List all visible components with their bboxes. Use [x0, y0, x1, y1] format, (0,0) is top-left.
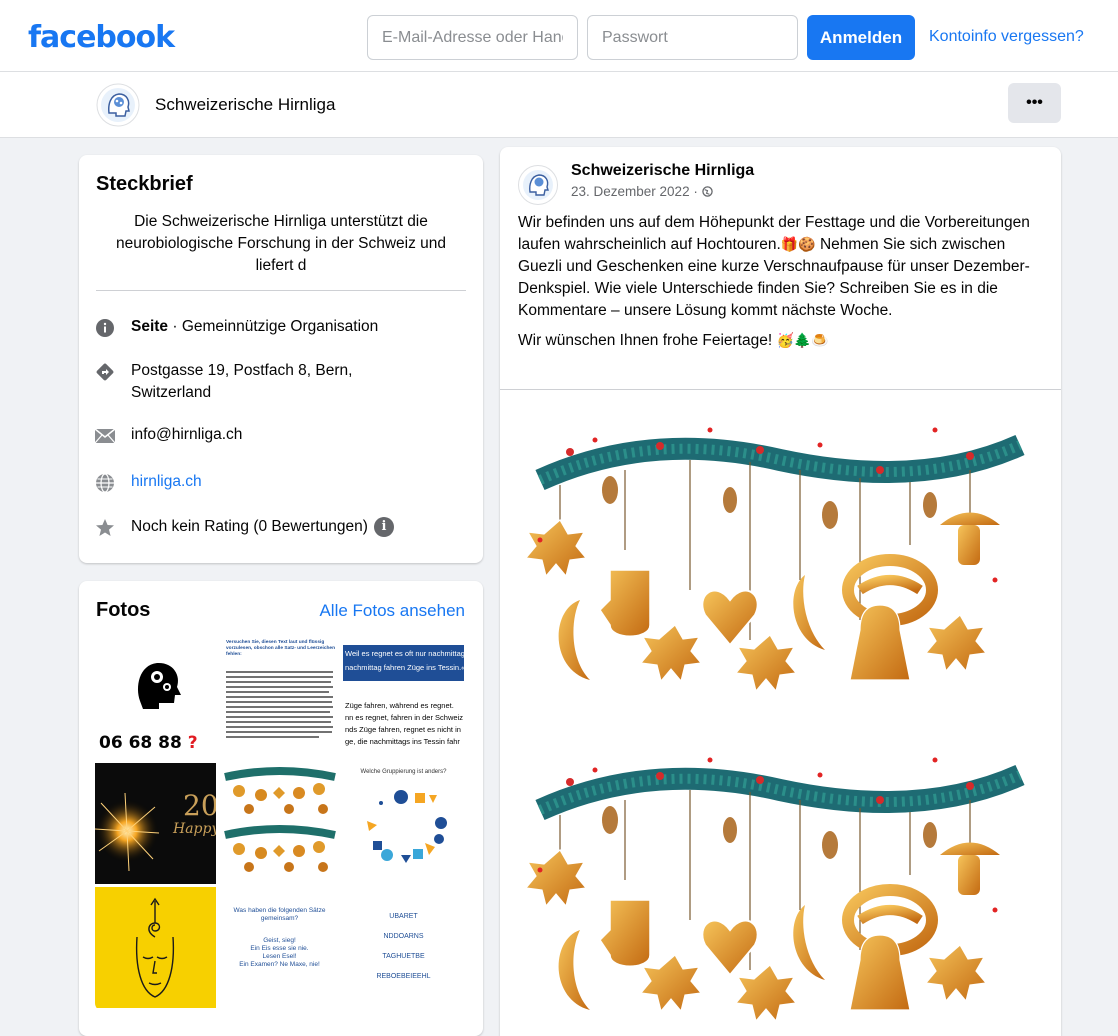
rain-line-5: nds Züge fahren, regnet es nicht in: [345, 725, 461, 734]
see-all-photos-link[interactable]: Alle Fotos ansehen: [319, 601, 465, 621]
password-input[interactable]: [587, 15, 798, 60]
post-date-text: 23. Dezember 2022 ·: [571, 184, 702, 199]
rain-line-1: Weil es regnet es oft nur nachmittags: [345, 649, 464, 658]
about-description: Die Schweizerische Hirnliga unterstützt …: [115, 213, 446, 274]
login-button[interactable]: Anmelden: [807, 15, 915, 60]
post-author-avatar[interactable]: [518, 165, 558, 205]
rating-row: Noch kein Rating (0 Bewertungen) i: [93, 516, 394, 540]
photo-tile-meditation[interactable]: [95, 887, 216, 1008]
sentences-title: Was haben die folgenden Sätze gemeinsam?: [233, 907, 326, 922]
rating-info-icon[interactable]: i: [373, 516, 394, 537]
post-image[interactable]: [500, 390, 1061, 1036]
post-paragraph-2: Wir wünschen Ihnen frohe Feiertage! 🥳🌲🍮: [518, 330, 1048, 352]
address-row: Postgasse 19, Postfach 8, Bern, Switzerl…: [93, 360, 383, 404]
post-text: Wir befinden uns auf dem Höhepunkt der F…: [518, 212, 1048, 352]
post-card: Schweizerische Hirnliga 23. Dezember 202…: [500, 147, 1061, 1036]
globe-icon: [701, 186, 713, 197]
fireworks-script: Happy: [173, 821, 216, 837]
anagram-2: NDDOARNS: [383, 933, 424, 940]
numbers-text: 06 68 88: [99, 733, 182, 753]
post-author-name[interactable]: Schweizerische Hirnliga: [571, 162, 754, 180]
anagram-3: TAGHUETBE: [382, 953, 425, 960]
photo-tile-sentences[interactable]: Was haben die folgenden Sätze gemeinsam?…: [219, 887, 340, 1008]
party-tree-emoji: 🥳🌲🍮: [776, 333, 829, 349]
email-row: info@hirnliga.ch: [93, 424, 242, 448]
sentence-1: Geist, sieg!: [263, 937, 296, 944]
category-row: Seite · Gemeinnützige Organisation: [93, 316, 378, 340]
about-title: Steckbrief: [96, 173, 193, 195]
category-value: · Gemeinnützige Organisation: [168, 318, 379, 335]
page-header-bar: Schweizerische Hirnliga •••: [0, 72, 1118, 138]
about-divider: [96, 290, 466, 291]
forgot-account-link[interactable]: Kontoinfo vergessen?: [929, 28, 1084, 46]
post-paragraph-2-text: Wir wünschen Ihnen frohe Feiertage!: [518, 332, 777, 349]
top-navigation-bar: facebook Anmelden Kontoinfo vergessen?: [0, 0, 1118, 72]
directions-icon: [93, 360, 117, 384]
photo-grid: 06 68 88 ? Versuchen Sie, diesen Text la…: [95, 639, 465, 1011]
info-icon: [93, 316, 117, 340]
category-label: Seite: [131, 318, 169, 335]
globe-icon: [93, 471, 117, 495]
mini-garland-graphic: [224, 767, 336, 872]
photo-tile-fireworks[interactable]: 20 Happy: [95, 763, 216, 884]
gift-cookie-emoji: 🎁🍪: [780, 237, 816, 253]
photo-tile-brain-puzzle[interactable]: 06 68 88 ?: [95, 639, 216, 760]
address-text: Postgasse 19, Postfach 8, Bern, Switzerl…: [131, 362, 353, 401]
christmas-garland-image: [500, 390, 1061, 1036]
sentence-2: Ein Eis esse sie nie.: [250, 945, 309, 952]
website-link[interactable]: hirnliga.ch: [131, 471, 202, 493]
email-text: info@hirnliga.ch: [131, 426, 243, 443]
photo-tile-christmas-puzzle[interactable]: [219, 763, 340, 884]
photos-title: Fotos: [96, 599, 151, 621]
rain-line-4: nn es regnet, fahren in der Schweiz: [345, 713, 463, 722]
anagram-1: UBARET: [389, 913, 418, 920]
face-line-drawing: [135, 897, 175, 998]
more-options-button[interactable]: •••: [1008, 83, 1061, 123]
anagram-4: REBOEBEIEEHL: [376, 973, 431, 980]
rating-text: Noch kein Rating (0 Bewertungen): [131, 518, 368, 535]
rain-line-3: Züge fahren, während es regnet.: [345, 701, 454, 710]
page-name[interactable]: Schweizerische Hirnliga: [155, 95, 335, 115]
photos-card: Fotos Alle Fotos ansehen 06 68 88 ? Vers…: [79, 581, 483, 1036]
rain-line-6: ge, die nachmittags ins Tessin fahr: [345, 737, 460, 746]
shapes-graphic: [367, 790, 447, 863]
photo-tile-text-puzzle[interactable]: Versuchen Sie, diesen Text laut und flüs…: [219, 639, 340, 760]
photo-tile-rain-sentences[interactable]: Weil es regnet es oft nur nachmittags na…: [343, 639, 464, 760]
post-date[interactable]: 23. Dezember 2022 ·: [571, 184, 713, 199]
about-card: Steckbrief Die Schweizerische Hirnliga u…: [79, 155, 483, 563]
photo-tile-grouping[interactable]: Welche Gruppierung ist anders?: [343, 763, 464, 884]
question-mark: ?: [187, 733, 198, 753]
text-lines-graphic: [226, 671, 333, 738]
star-icon: [93, 516, 117, 540]
envelope-icon: [93, 424, 117, 448]
sentence-3: Lesen Esel!: [262, 953, 297, 960]
email-input[interactable]: [367, 15, 578, 60]
sentence-4: Ein Examen? Ne Maxe, nie!: [239, 961, 320, 968]
page-avatar[interactable]: [96, 83, 140, 127]
website-row: hirnliga.ch: [93, 471, 202, 495]
fireworks-year: 20: [183, 789, 216, 822]
photo-tile-anagrams[interactable]: UBARET NDDOARNS TAGHUETBE REBOEBEIEEHL: [343, 887, 464, 1008]
rain-line-2: nachmittag fahren Züge ins Tessin.«: [345, 663, 464, 672]
post-paragraph-1: Wir befinden uns auf dem Höhepunkt der F…: [518, 212, 1048, 322]
facebook-logo[interactable]: facebook: [28, 20, 175, 55]
